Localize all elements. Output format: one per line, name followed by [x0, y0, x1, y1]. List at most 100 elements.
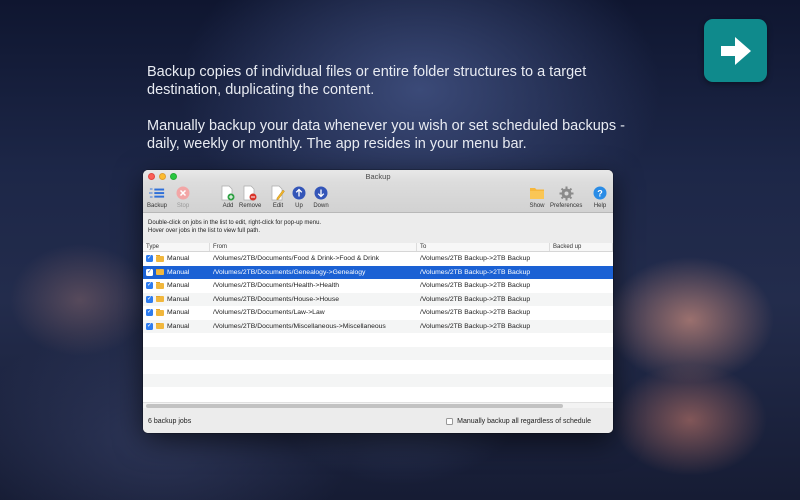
table-row[interactable]: ✓ Manual /Volumes/2TB/Documents/Law->Law … — [143, 306, 613, 320]
hero-text: Backup copies of individual files or ent… — [147, 63, 647, 171]
folder-icon — [530, 188, 544, 199]
job-type: Manual — [167, 322, 190, 330]
hero-paragraph-2: Manually backup your data whenever you w… — [147, 118, 625, 152]
backup-icon — [149, 188, 165, 198]
up-label: Up — [295, 203, 303, 209]
empty-row — [143, 333, 613, 347]
close-window-button[interactable] — [148, 173, 155, 180]
column-header-from[interactable]: From — [210, 243, 417, 251]
add-file-icon — [221, 185, 235, 201]
svg-text:?: ? — [597, 188, 603, 198]
zoom-window-button[interactable] — [170, 173, 177, 180]
minimize-window-button[interactable] — [159, 173, 166, 180]
empty-row — [143, 387, 613, 401]
folder-icon — [156, 282, 164, 289]
table-header: Type From To Backed up — [143, 243, 613, 252]
help-label: Help — [593, 203, 607, 209]
scrollbar-thumb[interactable] — [146, 404, 563, 408]
manual-backup-all-label: Manually backup all regardless of schedu… — [457, 418, 591, 425]
job-checkbox[interactable]: ✓ — [146, 322, 153, 330]
empty-row — [143, 346, 613, 360]
job-checkbox[interactable]: ✓ — [146, 268, 153, 276]
job-to: /Volumes/2TB Backup->2TB Backup — [420, 322, 531, 330]
job-type: Manual — [167, 255, 190, 263]
horizontal-scrollbar[interactable] — [143, 402, 613, 408]
stop-label: Stop — [176, 203, 190, 209]
status-bar: 6 backup jobs Manually backup all regard… — [143, 410, 613, 433]
job-from: /Volumes/2TB/Documents/House->House — [213, 295, 339, 303]
column-header-to[interactable]: To — [417, 243, 550, 251]
folder-icon — [156, 309, 164, 316]
folder-icon — [156, 295, 164, 303]
folder-icon — [156, 255, 164, 262]
preferences-button[interactable]: Preferences — [550, 185, 582, 209]
empty-row — [143, 360, 613, 374]
table-row[interactable]: ✓ Manual /Volumes/2TB/Documents/Miscellan… — [143, 319, 613, 333]
backup-label: Backup — [147, 203, 168, 209]
remove-file-icon — [243, 185, 257, 201]
up-button[interactable]: Up — [291, 185, 307, 209]
edit-button[interactable]: Edit — [270, 185, 286, 209]
help-icon: ? — [593, 186, 607, 200]
show-label: Show — [529, 203, 545, 209]
column-header-type[interactable]: Type — [143, 243, 210, 251]
job-to: /Volumes/2TB Backup->2TB Backup — [420, 282, 531, 290]
edit-file-icon — [271, 185, 285, 201]
down-button[interactable]: Down — [313, 185, 329, 209]
remove-button[interactable]: Remove — [239, 185, 261, 209]
add-label: Add — [222, 203, 234, 209]
manual-backup-all-checkbox[interactable]: Manually backup all regardless of schedu… — [446, 418, 591, 425]
job-from: /Volumes/2TB/Documents/Law->Law — [213, 309, 325, 317]
arrow-up-icon — [292, 186, 306, 200]
folder-icon — [156, 322, 164, 330]
instructions-line-2: Hover over jobs in the list to view full… — [148, 228, 261, 234]
job-to: /Volumes/2TB Backup->2TB Backup — [420, 309, 531, 317]
job-from: /Volumes/2TB/Documents/Health->Health — [213, 282, 339, 290]
job-to: /Volumes/2TB Backup->2TB Backup — [420, 268, 531, 276]
empty-row — [143, 373, 613, 387]
gear-icon — [559, 186, 574, 200]
job-checkbox[interactable]: ✓ — [146, 295, 153, 303]
toolbar: Backup Stop Add Remove Edit Up Down Show… — [143, 183, 613, 213]
table-body: ✓ Manual /Volumes/2TB/Documents/Food & Dr… — [143, 252, 613, 401]
folder-icon — [156, 268, 164, 276]
window-titlebar[interactable]: Backup — [143, 170, 613, 183]
job-from: /Volumes/2TB/Documents/Food & Drink->Foo… — [213, 255, 380, 263]
app-icon — [704, 19, 767, 82]
remove-label: Remove — [239, 203, 262, 209]
hero-paragraph-1: Backup copies of individual files or ent… — [147, 64, 587, 98]
window-title: Backup — [365, 172, 391, 181]
show-button[interactable]: Show — [529, 185, 545, 209]
help-button[interactable]: ? Help — [592, 185, 608, 209]
job-to: /Volumes/2TB Backup->2TB Backup — [420, 295, 531, 303]
job-checkbox[interactable]: ✓ — [146, 255, 153, 263]
job-type: Manual — [167, 309, 190, 317]
instructions-line-1: Double-click on jobs in the list to edit… — [148, 220, 322, 226]
column-header-backed-up[interactable]: Backed up — [550, 243, 613, 251]
edit-label: Edit — [272, 203, 284, 209]
table-row[interactable]: ✓ Manual /Volumes/2TB/Documents/House->Ho… — [143, 292, 613, 306]
add-button[interactable]: Add — [220, 185, 236, 209]
checkbox-box[interactable] — [446, 418, 454, 425]
table-row[interactable]: ✓ Manual /Volumes/2TB/Documents/Food & Dr… — [143, 252, 613, 266]
job-from: /Volumes/2TB/Documents/Miscellaneous->Mi… — [213, 322, 386, 330]
job-checkbox[interactable]: ✓ — [146, 282, 153, 290]
table-row[interactable]: ✓ Manual /Volumes/2TB/Documents/Genealogy… — [143, 265, 613, 279]
job-type: Manual — [167, 268, 190, 276]
jobs-table: Type From To Backed up ✓ Manual /Volumes/… — [143, 243, 613, 406]
job-count: 6 backup jobs — [148, 418, 192, 425]
backup-window: Backup Backup Stop Add Remove Edit Up Do… — [143, 170, 613, 433]
down-label: Down — [313, 203, 329, 209]
stop-icon — [176, 186, 190, 200]
arrow-down-icon — [314, 186, 328, 200]
job-to: /Volumes/2TB Backup->2TB Backup — [420, 255, 531, 263]
arrow-right-icon — [720, 36, 751, 65]
job-from: /Volumes/2TB/Documents/Genealogy->Geneal… — [213, 268, 366, 276]
table-row[interactable]: ✓ Manual /Volumes/2TB/Documents/Health->H… — [143, 279, 613, 293]
job-checkbox[interactable]: ✓ — [146, 309, 153, 317]
stop-button[interactable]: Stop — [175, 185, 191, 209]
instructions: Double-click on jobs in the list to edit… — [143, 213, 613, 243]
job-type: Manual — [167, 282, 190, 290]
preferences-label: Preferences — [550, 203, 583, 209]
backup-button[interactable]: Backup — [147, 185, 167, 209]
